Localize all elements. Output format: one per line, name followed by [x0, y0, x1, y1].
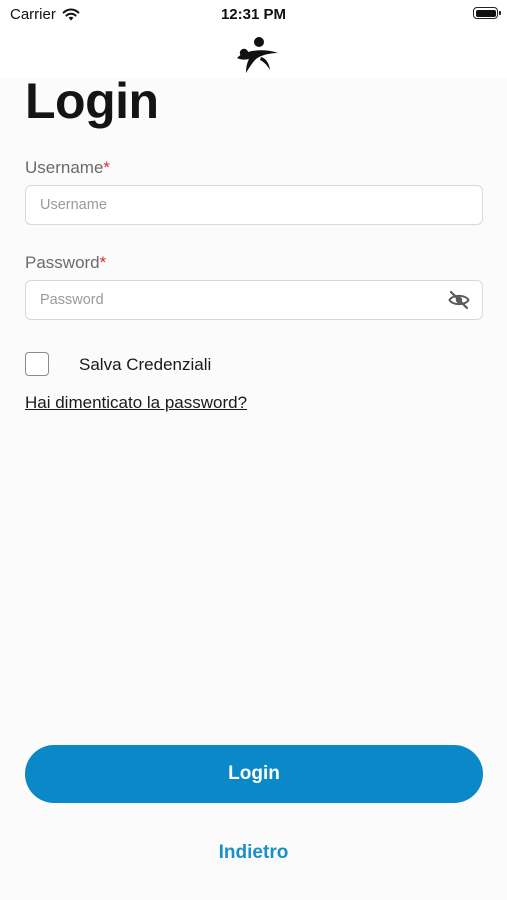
- password-input[interactable]: [26, 281, 482, 319]
- status-time: 12:31 PM: [220, 6, 287, 23]
- username-input[interactable]: [26, 186, 482, 224]
- username-field[interactable]: [25, 185, 483, 225]
- forgot-password-link[interactable]: Hai dimenticato la password?: [25, 393, 247, 413]
- password-label: Password*: [25, 253, 106, 273]
- username-label-text: Username: [25, 158, 104, 177]
- login-button[interactable]: Login: [25, 745, 483, 803]
- save-credentials-checkbox[interactable]: [25, 352, 49, 376]
- app-logo: [237, 37, 278, 73]
- back-link[interactable]: Indietro: [0, 842, 507, 864]
- status-bar: Carrier 12:31 PM: [0, 0, 507, 30]
- username-label: Username*: [25, 158, 110, 178]
- password-label-text: Password: [25, 253, 100, 272]
- save-credentials-label[interactable]: Salva Credenziali: [79, 355, 211, 375]
- battery-icon: [473, 7, 501, 19]
- app-header: [0, 30, 507, 78]
- required-marker: *: [99, 253, 107, 272]
- eye-slash-icon[interactable]: [448, 290, 470, 310]
- password-field[interactable]: [25, 280, 483, 320]
- page-title: Login: [25, 73, 159, 129]
- required-marker: *: [103, 158, 111, 177]
